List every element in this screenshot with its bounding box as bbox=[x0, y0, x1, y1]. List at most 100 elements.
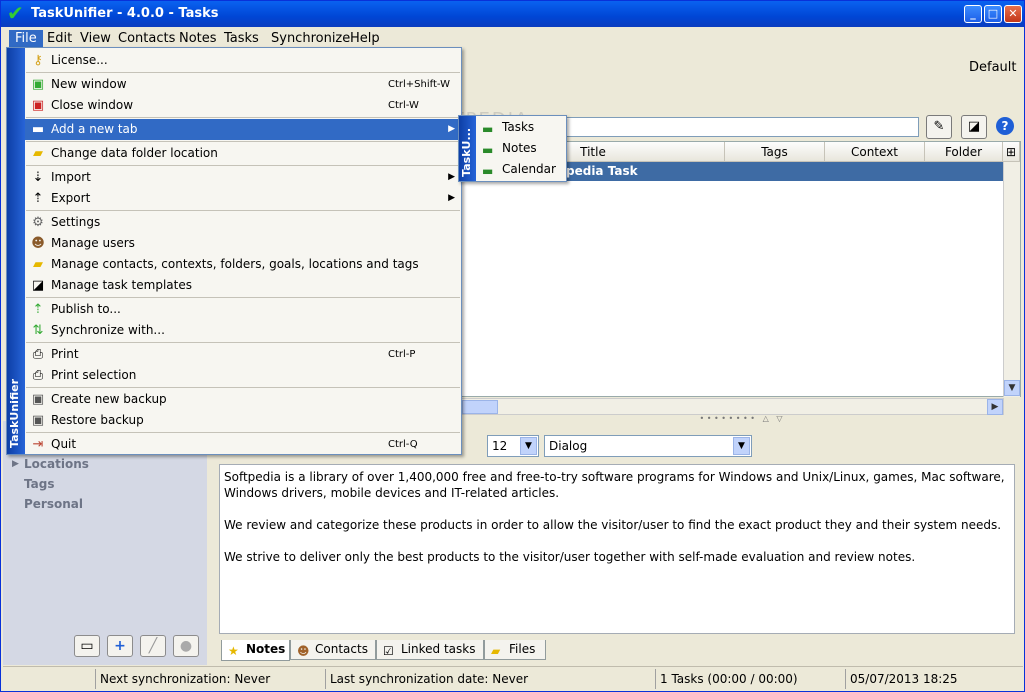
tab-contacts[interactable]: ☻ Contacts bbox=[290, 640, 376, 660]
tab-files[interactable]: ▰ Files bbox=[484, 640, 546, 660]
submenu-arrow-icon: ▶ bbox=[448, 193, 455, 203]
remove-button[interactable]: ● bbox=[173, 635, 199, 657]
app-check-icon: ✔ bbox=[7, 1, 24, 25]
close-window-icon: ▣ bbox=[31, 98, 45, 113]
close-button[interactable]: ✕ bbox=[1004, 5, 1022, 23]
splitter-handle[interactable]: • • • • • • • • △ ▽ bbox=[461, 415, 1021, 423]
menu-item-label: Export bbox=[51, 191, 91, 205]
scroll-thumb[interactable] bbox=[462, 400, 498, 414]
menu-side-strip: TaskU... bbox=[459, 116, 476, 181]
scroll-down-icon[interactable]: ▼ bbox=[1004, 380, 1020, 396]
tab-linked-tasks[interactable]: ☑ Linked tasks bbox=[376, 640, 484, 660]
menu-item-label: New window bbox=[51, 77, 127, 91]
menu-separator bbox=[26, 210, 460, 211]
add-tab-icon: ▬ bbox=[31, 122, 45, 137]
menu-item-print[interactable]: ⎙ Print Ctrl-P bbox=[25, 344, 461, 365]
tab-label: Notes bbox=[246, 642, 286, 656]
submenu-arrow-icon: ▶ bbox=[448, 172, 455, 182]
menu-item-close-window[interactable]: ▣ Close window Ctrl-W bbox=[25, 95, 461, 116]
menu-item-import[interactable]: ⇣ Import ▶ bbox=[25, 167, 461, 188]
menu-item-manage-templates[interactable]: ◪ Manage task templates bbox=[25, 275, 461, 296]
menu-item-new-window[interactable]: ▣ New window Ctrl+Shift-W bbox=[25, 74, 461, 95]
menu-item-export[interactable]: ⇡ Export ▶ bbox=[25, 188, 461, 209]
add-button[interactable]: + bbox=[107, 635, 133, 657]
column-chooser-button[interactable]: ⊞ bbox=[1003, 142, 1020, 162]
tab-label: Linked tasks bbox=[401, 642, 476, 656]
menu-item-license[interactable]: ⚷ License... bbox=[25, 50, 461, 71]
menu-item-manage-users[interactable]: ☻ Manage users bbox=[25, 233, 461, 254]
menu-view[interactable]: View bbox=[74, 30, 117, 48]
menu-edit[interactable]: Edit bbox=[41, 30, 78, 48]
menu-item-add-tab[interactable]: ▬ Add a new tab ▶ bbox=[25, 119, 461, 140]
file-menu: TaskUnifier ⚷ License... ▣ New window Ctrl+… bbox=[6, 47, 462, 455]
edit-view-button[interactable]: ✎ bbox=[926, 115, 952, 139]
menu-item-label: Close window bbox=[51, 98, 134, 112]
menu-shortcut: Ctrl+Shift-W bbox=[388, 79, 450, 90]
menu-item-quit[interactable]: ⇥ Quit Ctrl-Q bbox=[25, 434, 461, 455]
menu-item-create-backup[interactable]: ▣ Create new backup bbox=[25, 389, 461, 410]
title-bar[interactable]: ✔ TaskUnifier - 4.0.0 - Tasks _ □ ✕ bbox=[1, 1, 1024, 27]
menu-item-settings[interactable]: ⚙ Settings bbox=[25, 212, 461, 233]
add-tab-icon: ▬ bbox=[482, 143, 494, 157]
left-panel: ▶ Locations Tags Personal bbox=[3, 421, 207, 665]
submenu-item-calendar[interactable]: ▬ Calendar bbox=[476, 159, 566, 180]
tab-notes[interactable]: ★ Notes bbox=[221, 640, 290, 661]
note-paragraph: Softpedia is a library of over 1,400,000… bbox=[224, 470, 1005, 500]
menu-item-restore-backup[interactable]: ▣ Restore backup bbox=[25, 410, 461, 431]
menu-notes[interactable]: Notes bbox=[173, 30, 223, 48]
template-button[interactable]: ◪ bbox=[961, 115, 987, 139]
column-chooser-icon: ⊞ bbox=[1005, 145, 1017, 159]
minimize-button[interactable]: _ bbox=[964, 5, 982, 23]
folder-button[interactable]: ▭ bbox=[74, 635, 100, 657]
help-button[interactable]: ? bbox=[996, 117, 1014, 135]
edit-button[interactable]: ╱ bbox=[140, 635, 166, 657]
left-item-tags[interactable]: Tags bbox=[24, 477, 54, 491]
folder-icon: ▰ bbox=[33, 146, 43, 161]
vertical-scrollbar[interactable]: ▼ bbox=[1003, 162, 1020, 397]
column-context[interactable]: Context bbox=[825, 142, 925, 162]
maximize-button[interactable]: □ bbox=[984, 5, 1002, 23]
column-folder[interactable]: Folder bbox=[925, 142, 1003, 162]
menu-item-manage-contacts[interactable]: ▰ Manage contacts, contexts, folders, goa… bbox=[25, 254, 461, 275]
note-text-area[interactable]: Softpedia is a library of over 1,400,000… bbox=[219, 464, 1015, 634]
menu-synchronize[interactable]: Synchronize bbox=[265, 30, 356, 48]
horizontal-scrollbar[interactable]: ▶ bbox=[461, 398, 1004, 415]
pencil-icon: ╱ bbox=[148, 638, 158, 654]
linked-task-icon: ☑ bbox=[383, 644, 394, 658]
template-icon: ◪ bbox=[967, 119, 981, 134]
gear-icon: ⚙ bbox=[32, 215, 44, 230]
menu-item-publish[interactable]: ⇡ Publish to... bbox=[25, 299, 461, 320]
menu-item-change-data-folder[interactable]: ▰ Change data folder location bbox=[25, 143, 461, 164]
template-icon: ◪ bbox=[31, 278, 45, 293]
note-icon: ★ bbox=[228, 644, 239, 658]
menu-item-label: Add a new tab bbox=[51, 122, 138, 136]
status-last-sync: Last synchronization date: Never bbox=[325, 669, 655, 689]
font-size-select[interactable]: 12 ▼ bbox=[487, 435, 539, 457]
folder-icon: ▰ bbox=[33, 257, 43, 272]
scroll-right-icon[interactable]: ▶ bbox=[987, 399, 1003, 415]
expand-arrow-icon[interactable]: ▶ bbox=[12, 459, 19, 469]
chevron-down-icon[interactable]: ▼ bbox=[520, 437, 537, 455]
submenu-item-notes[interactable]: ▬ Notes bbox=[476, 138, 566, 159]
menu-item-label: Manage task templates bbox=[51, 278, 192, 292]
menu-tasks[interactable]: Tasks bbox=[218, 30, 265, 48]
left-item-locations[interactable]: Locations bbox=[24, 457, 89, 471]
menu-file[interactable]: File bbox=[9, 30, 43, 48]
tab-label: Files bbox=[509, 642, 536, 656]
submenu-item-tasks[interactable]: ▬ Tasks bbox=[476, 117, 566, 138]
menu-separator bbox=[26, 165, 460, 166]
search-input[interactable] bbox=[561, 117, 919, 137]
menu-item-synchronize[interactable]: ⇅ Synchronize with... bbox=[25, 320, 461, 341]
left-item-personal[interactable]: Personal bbox=[24, 497, 83, 511]
circle-icon: ● bbox=[179, 638, 193, 654]
chevron-down-icon[interactable]: ▼ bbox=[733, 437, 750, 455]
menu-item-print-selection[interactable]: ⎙ Print selection bbox=[25, 365, 461, 386]
menu-item-label: Manage users bbox=[51, 236, 135, 250]
menu-help[interactable]: Help bbox=[344, 30, 386, 48]
font-family-select[interactable]: Dialog ▼ bbox=[544, 435, 752, 457]
menu-contacts[interactable]: Contacts bbox=[112, 30, 181, 48]
menu-side-strip: TaskUnifier bbox=[7, 48, 25, 454]
folder-icon: ▭ bbox=[80, 638, 94, 654]
printer-icon: ⎙ bbox=[32, 347, 44, 362]
column-tags[interactable]: Tags bbox=[725, 142, 825, 162]
